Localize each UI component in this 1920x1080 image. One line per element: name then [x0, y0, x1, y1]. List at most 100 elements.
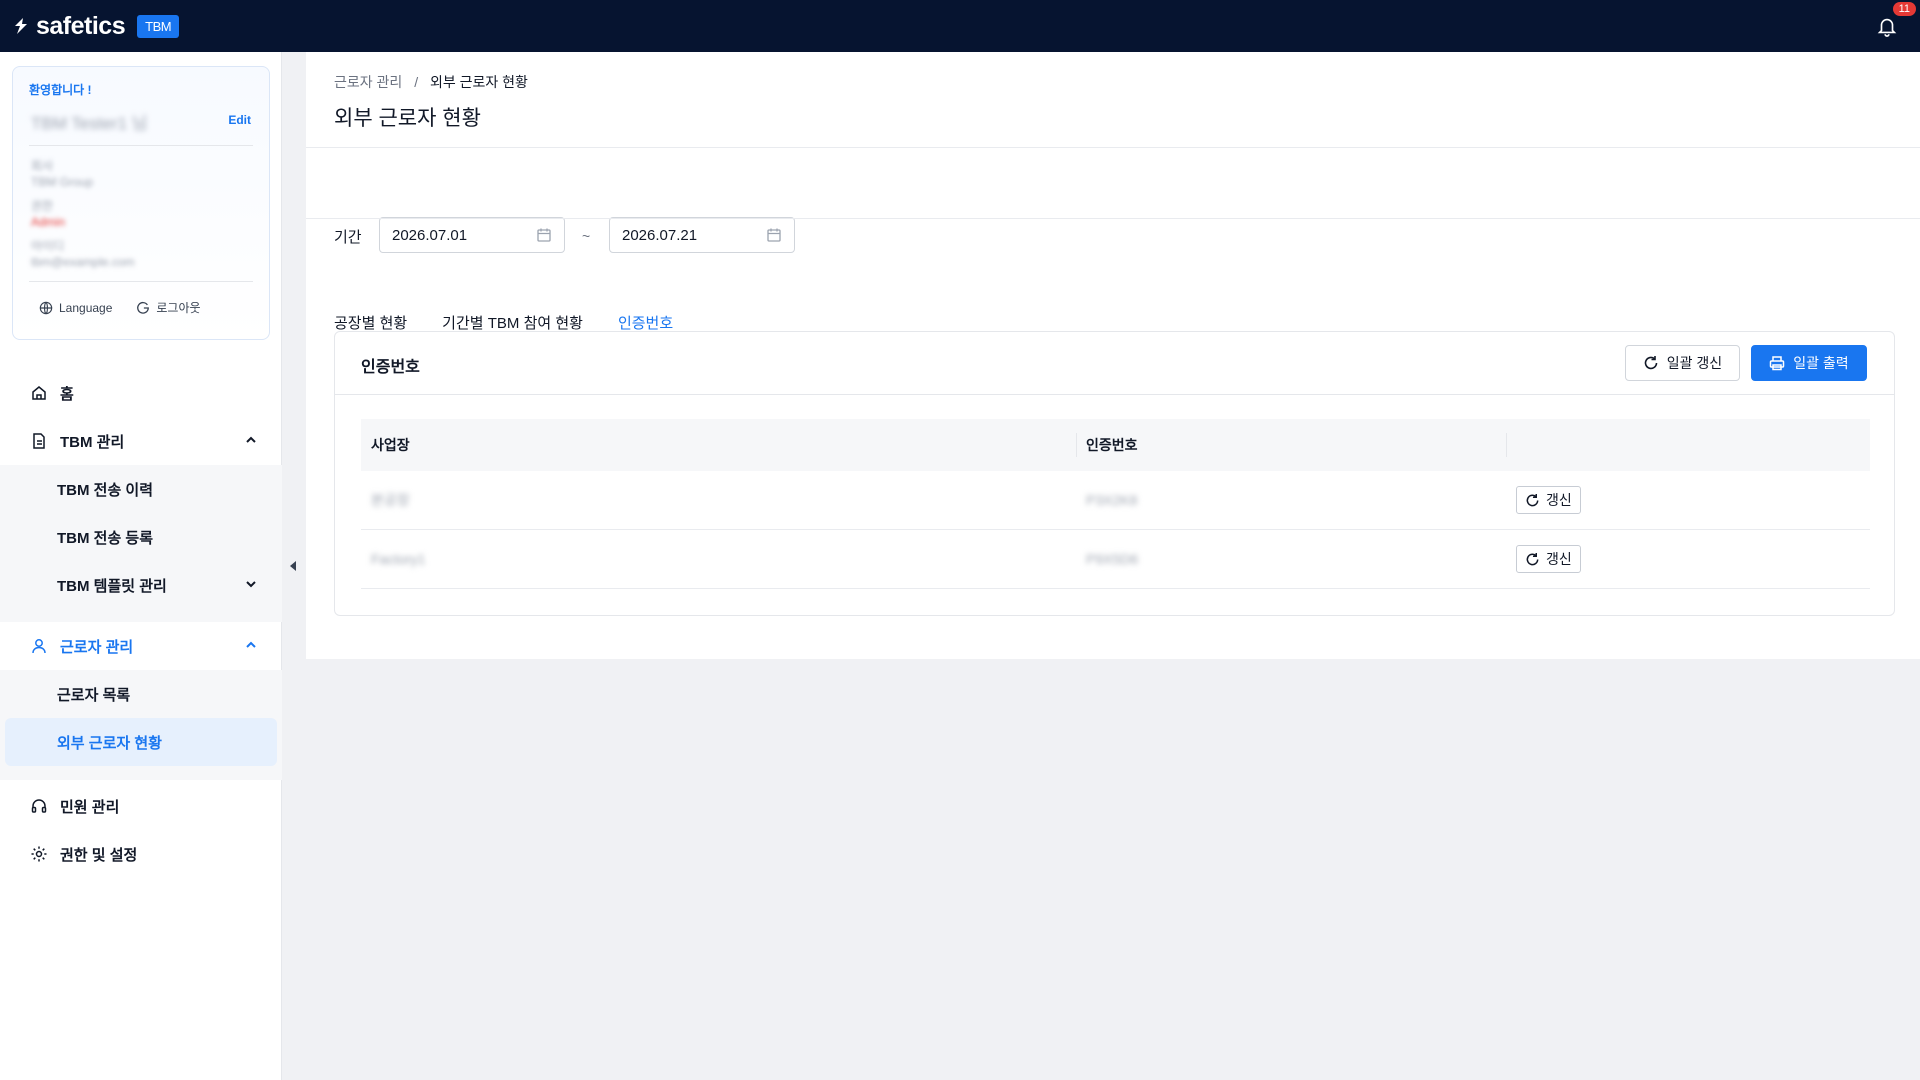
period-label: 기간 — [334, 229, 362, 246]
profile-divider-2 — [29, 281, 253, 282]
nav-external-workers[interactable]: 외부 근로자 현황 — [5, 718, 277, 766]
nav-tbm-template[interactable]: TBM 템플릿 관리 — [0, 561, 282, 609]
id-label: 아이디 — [31, 239, 65, 253]
column-action — [1506, 419, 1870, 471]
logout-icon — [137, 301, 150, 314]
company-label: 회사 — [31, 159, 54, 173]
nav-workers-label: 근로자 관리 — [60, 638, 134, 656]
nav-complaints-label: 민원 관리 — [60, 798, 120, 816]
company-value: TBM Group — [31, 175, 94, 189]
profile-card: 환영합니다 ! TBM Tester1 님 Edit 회사 TBM Group … — [12, 66, 270, 340]
chevron-up-icon — [246, 436, 256, 443]
row-refresh-label: 갱신 — [1546, 551, 1572, 567]
refresh-icon — [1526, 552, 1539, 565]
nav-tbm-register[interactable]: TBM 전송 등록 — [0, 513, 282, 561]
bell-icon — [1877, 18, 1897, 37]
profile-divider — [29, 145, 253, 146]
collapse-sidebar-icon[interactable] — [289, 560, 297, 572]
row-refresh-label: 갱신 — [1546, 492, 1572, 508]
nav-settings[interactable]: 권한 및 설정 — [0, 830, 282, 878]
nav-tbm-history[interactable]: TBM 전송 이력 — [0, 465, 282, 513]
nav-complaints[interactable]: 민원 관리 — [0, 782, 282, 830]
table-header: 사업장 인증번호 — [361, 419, 1870, 471]
logout-button[interactable]: 로그아웃 — [136, 299, 201, 316]
top-bar: safetics TBM 11 — [0, 0, 1920, 52]
auth-code-panel: 인증번호 일괄 갱신 일괄 출력 사업장 인증번호 본공장 P3X2K8 갱신 … — [334, 331, 1895, 616]
bulk-refresh-button[interactable]: 일괄 갱신 — [1625, 345, 1740, 381]
language-button[interactable]: Language — [39, 299, 112, 316]
nav-home-label: 홈 — [60, 385, 74, 403]
nav-workers[interactable]: 근로자 관리 — [0, 622, 282, 670]
header-divider — [306, 147, 1920, 148]
row-action-cell: 갱신 — [1506, 545, 1870, 573]
panel-header: 인증번호 일괄 갱신 일괄 출력 — [335, 332, 1894, 395]
workers-subnav: 근로자 목록 외부 근로자 현황 — [0, 670, 282, 780]
bulk-print-button[interactable]: 일괄 출력 — [1751, 345, 1867, 381]
nav-tbm-template-label: TBM 템플릿 관리 — [57, 577, 167, 595]
role-value: Admin — [31, 215, 66, 229]
breadcrumb: 근로자 관리 / 외부 근로자 현황 — [334, 72, 528, 92]
refresh-icon — [1644, 356, 1658, 370]
page-title: 외부 근로자 현황 — [334, 107, 481, 130]
nav-settings-label: 권한 및 설정 — [60, 846, 138, 864]
notification-button[interactable] — [1876, 14, 1898, 38]
row-refresh-button[interactable]: 갱신 — [1516, 545, 1581, 573]
row-refresh-button[interactable]: 갱신 — [1516, 486, 1581, 514]
home-icon — [32, 386, 46, 400]
logo-text: safetics — [36, 11, 126, 40]
date-range-tilde: ~ — [582, 228, 591, 244]
breadcrumb-current: 외부 근로자 현황 — [429, 74, 528, 90]
gear-icon — [31, 846, 47, 862]
filter-divider — [306, 218, 1920, 219]
column-auth-code: 인증번호 — [1076, 419, 1506, 471]
breadcrumb-separator: / — [414, 74, 419, 90]
headset-icon — [31, 799, 47, 813]
app-logo[interactable]: safetics TBM — [12, 11, 180, 41]
bulk-print-label: 일괄 출력 — [1793, 355, 1849, 371]
document-icon — [33, 433, 45, 449]
table-row: 본공장 P3X2K8 갱신 — [361, 471, 1870, 530]
notification-count-badge: 11 — [1892, 2, 1916, 16]
logo-badge: TBM — [137, 14, 180, 38]
tbm-subnav: TBM 전송 이력 TBM 전송 등록 TBM 템플릿 관리 — [0, 465, 282, 622]
row-site: Factory1 — [371, 551, 426, 567]
calendar-icon — [767, 228, 781, 242]
row-auth-code: P3X2K8 — [1086, 492, 1138, 508]
role-label: 권한 — [31, 199, 54, 213]
start-date-input[interactable]: 2026.07.01 — [379, 217, 565, 253]
refresh-icon — [1526, 493, 1539, 506]
panel-title: 인증번호 — [361, 359, 420, 376]
column-site: 사업장 — [371, 437, 410, 453]
table-row: Factory1 P9X5D6 갱신 — [361, 530, 1870, 589]
chevron-up-icon — [246, 641, 256, 648]
chevron-down-icon — [246, 581, 256, 588]
logo-mark-icon — [15, 18, 27, 34]
main-content: 근로자 관리 / 외부 근로자 현황 외부 근로자 현황 기간 2026.07.… — [306, 52, 1920, 659]
nav-tbm[interactable]: TBM 관리 — [0, 417, 282, 465]
calendar-icon — [537, 228, 551, 242]
sidebar: 환영합니다 ! TBM Tester1 님 Edit 회사 TBM Group … — [0, 52, 282, 1080]
user-name: TBM Tester1 님 — [31, 114, 148, 133]
printer-icon — [1770, 356, 1785, 371]
end-date-value: 2026.07.21 — [622, 226, 698, 244]
edit-profile-link[interactable]: Edit — [228, 113, 251, 127]
row-site: 본공장 — [371, 492, 410, 508]
nav-worker-list[interactable]: 근로자 목록 — [0, 670, 282, 718]
auth-code-table: 사업장 인증번호 본공장 P3X2K8 갱신 Factory1 P9X5D6 갱… — [361, 419, 1870, 589]
bulk-refresh-label: 일괄 갱신 — [1666, 355, 1723, 371]
breadcrumb-parent[interactable]: 근로자 관리 — [334, 74, 402, 90]
nav-home[interactable]: 홈 — [0, 369, 282, 417]
id-value: tbm@example.com — [31, 255, 135, 269]
row-action-cell: 갱신 — [1506, 486, 1870, 514]
profile-actions: Language 로그아웃 — [39, 299, 201, 316]
user-icon — [32, 639, 46, 654]
welcome-text: 환영합니다 ! — [29, 83, 92, 97]
start-date-value: 2026.07.01 — [392, 226, 468, 244]
logout-label: 로그아웃 — [156, 301, 201, 315]
globe-icon — [39, 301, 53, 314]
nav-tbm-label: TBM 관리 — [60, 433, 125, 451]
side-nav: 홈 TBM 관리 TBM 전송 이력 TBM 전송 등록 TBM 템플릿 관리 … — [0, 352, 282, 878]
language-label: Language — [59, 300, 113, 315]
end-date-input[interactable]: 2026.07.21 — [609, 217, 795, 253]
row-auth-code: P9X5D6 — [1086, 551, 1139, 567]
